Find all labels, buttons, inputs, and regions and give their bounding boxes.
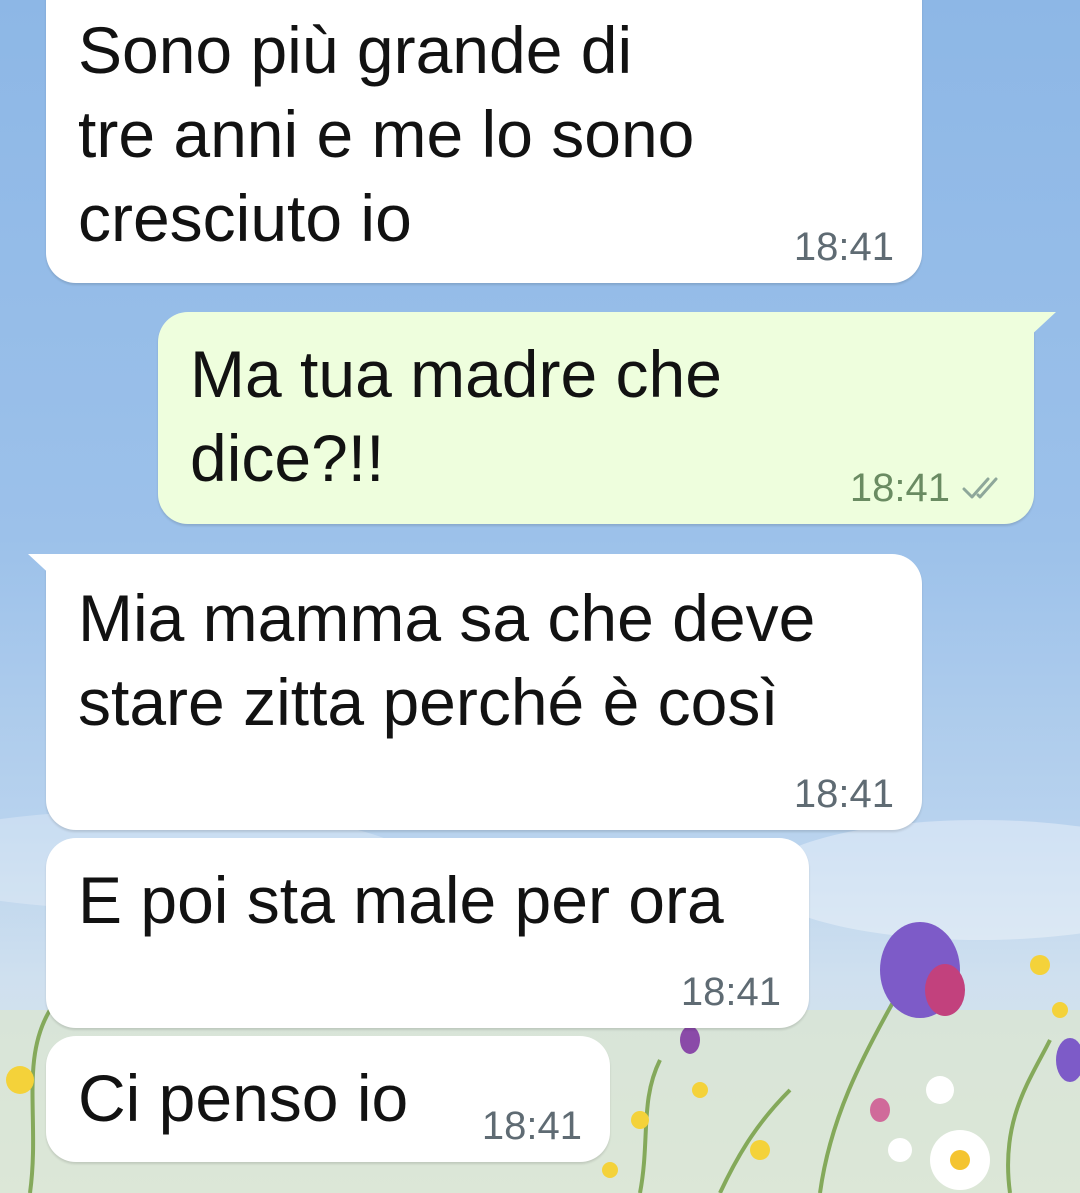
bubble-tail xyxy=(1028,312,1056,338)
message-timestamp: 18:41 xyxy=(793,772,894,816)
message-text: Mia mamma sa che deve stare zitta perché… xyxy=(78,581,816,739)
bubble-tail xyxy=(28,554,56,580)
message-bubble-incoming[interactable]: Sono più grande di tre anni e me lo sono… xyxy=(46,0,922,283)
message-text: Ma tua madre che dice?!! xyxy=(190,337,722,495)
message-text: Ci penso io xyxy=(78,1061,409,1135)
double-check-icon xyxy=(962,466,1006,510)
message-text: Sono più grande di tre anni e me lo sono… xyxy=(78,13,695,255)
message-text: E poi sta male per ora xyxy=(78,863,724,937)
message-timestamp: 18:41 xyxy=(849,466,950,510)
message-bubble-incoming[interactable]: E poi sta male per ora 18:41 xyxy=(46,838,809,1028)
message-timestamp: 18:41 xyxy=(680,970,781,1014)
message-bubble-incoming[interactable]: Ci penso io 18:41 xyxy=(46,1036,610,1162)
message-bubble-incoming[interactable]: Mia mamma sa che deve stare zitta perché… xyxy=(28,554,922,830)
message-timestamp: 18:41 xyxy=(793,225,894,269)
message-timestamp: 18:41 xyxy=(481,1104,582,1148)
message-bubble-outgoing[interactable]: Ma tua madre che dice?!! 18:41 xyxy=(158,312,1056,524)
